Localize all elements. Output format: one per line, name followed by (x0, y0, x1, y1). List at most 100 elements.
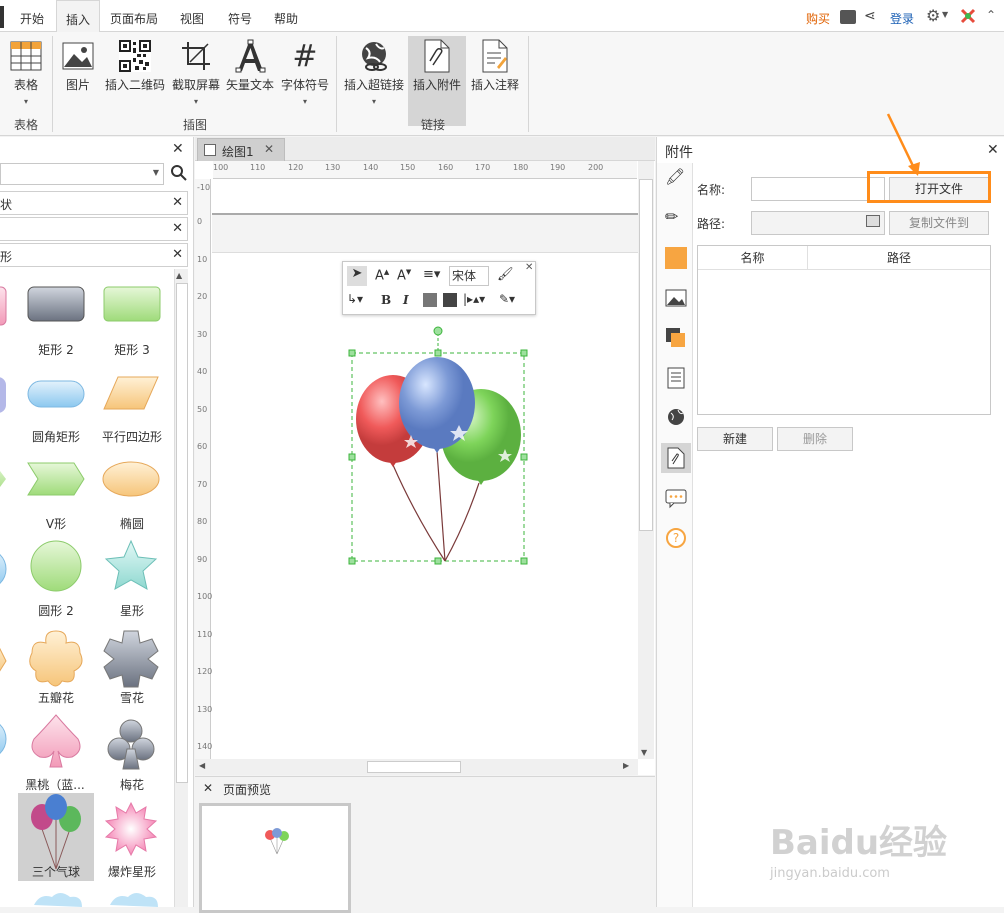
shape-thumb-v-shape[interactable] (27, 462, 85, 496)
line-style-icon[interactable]: ✎▾ (499, 292, 515, 306)
shape-thumb-rectangle-2[interactable] (27, 286, 85, 322)
layer-icon[interactable] (665, 327, 687, 349)
partial-shape[interactable] (0, 719, 7, 759)
collapse-ribbon-icon[interactable]: ⌃ (986, 8, 996, 22)
table-button[interactable]: 表格 ▾ (4, 36, 48, 126)
folder-icon[interactable] (866, 215, 880, 227)
partial-shape[interactable] (34, 893, 82, 907)
bring-front-icon[interactable] (423, 293, 437, 307)
settings-gear-icon[interactable]: ⚙ (926, 6, 940, 25)
library-scrollbar[interactable]: ▲ (174, 269, 188, 907)
tab-home[interactable]: 开始 (10, 0, 54, 32)
rotate-handle[interactable] (433, 326, 443, 336)
chevron-down-icon[interactable]: ▼ (153, 168, 159, 177)
shape-thumb-club[interactable] (107, 719, 155, 770)
list-document-icon[interactable] (665, 367, 687, 389)
partial-shape[interactable] (0, 641, 7, 677)
send-back-icon[interactable] (443, 293, 457, 307)
vector-text-button[interactable]: 矢量文本 (224, 36, 276, 126)
share-icon[interactable]: ⋖ (864, 8, 876, 24)
shape-thumb-five-petal-flower[interactable] (29, 630, 83, 687)
drawing-canvas[interactable]: 100 110 120 130 140 150 160 170 180 190 … (195, 161, 655, 775)
font-symbol-button[interactable]: # 字体符号 ▾ (278, 36, 332, 126)
close-panel-icon[interactable]: ✕ (987, 142, 999, 158)
close-section-icon[interactable]: ✕ (172, 195, 183, 210)
tab-help[interactable]: 帮助 (266, 0, 306, 32)
scrollbar-thumb[interactable] (639, 179, 653, 531)
partial-shape[interactable] (0, 463, 6, 495)
tab-symbol[interactable]: 符号 (218, 0, 262, 32)
shadow-style-icon[interactable] (665, 247, 687, 269)
canvas-vertical-scrollbar[interactable]: ▼ (638, 161, 654, 759)
login-link[interactable]: 登录 (890, 10, 914, 27)
scroll-left-icon[interactable]: ◀ (199, 761, 205, 770)
tab-insert[interactable]: 插入 (56, 0, 100, 33)
column-path-header[interactable]: 路径 (808, 246, 990, 270)
close-section-icon[interactable]: ✕ (172, 247, 183, 262)
partial-shape[interactable] (0, 286, 7, 326)
insert-comment-button[interactable]: 插入注释 (468, 36, 522, 126)
scroll-up-icon[interactable]: ▲ (176, 271, 182, 280)
screenshot-button[interactable]: 截取屏幕 ▾ (170, 36, 222, 126)
comment-bubble-icon[interactable] (665, 487, 687, 509)
line-pen-icon[interactable]: ✏ (665, 207, 687, 229)
settings-dropdown-icon[interactable]: ▼ (942, 10, 948, 19)
pointer-tool-icon[interactable]: ➤ (347, 266, 367, 286)
tab-page-layout[interactable]: 页面布局 (104, 0, 164, 32)
close-preview-icon[interactable]: ✕ (203, 781, 213, 795)
scrollbar-thumb[interactable] (367, 761, 461, 773)
increase-font-icon[interactable]: A▲ (375, 268, 389, 283)
scroll-right-icon[interactable]: ▶ (623, 761, 629, 770)
shape-thumb-ellipse[interactable] (102, 461, 160, 497)
close-library-icon[interactable]: ✕ (172, 141, 184, 157)
close-toolbar-icon[interactable]: ✕ (525, 262, 533, 273)
close-tab-icon[interactable]: ✕ (264, 142, 274, 156)
path-field[interactable] (751, 211, 885, 235)
distribute-icon[interactable]: |▸▴▾ (463, 292, 485, 306)
shape-thumb-snowflake[interactable] (103, 630, 159, 688)
three-balloons-shape[interactable] (345, 325, 535, 570)
page-thumbnail[interactable] (199, 803, 351, 913)
align-text-icon[interactable]: ≡▾ (423, 267, 440, 282)
shape-thumb-rounded-rect[interactable] (27, 380, 85, 408)
shape-thumb-explosion-star[interactable] (104, 801, 158, 857)
italic-button[interactable]: I (403, 293, 409, 307)
copy-file-to-button[interactable]: 复制文件到 (889, 211, 989, 235)
partial-shape[interactable] (0, 377, 6, 413)
insert-attachment-button[interactable]: 插入附件 (408, 36, 466, 126)
insert-hyperlink-button[interactable]: 插入超链接 ▾ (342, 36, 406, 126)
new-button[interactable]: 新建 (697, 427, 773, 451)
shape-thumb-star[interactable] (104, 539, 158, 590)
partial-shape[interactable] (110, 893, 158, 907)
tab-view[interactable]: 视图 (170, 0, 214, 32)
scroll-down-icon[interactable]: ▼ (641, 748, 647, 757)
library-section-header[interactable]: 状 ✕ (0, 191, 188, 215)
share-screen-icon[interactable] (840, 10, 856, 24)
buy-link[interactable]: 购买 (806, 10, 830, 27)
globe-link-icon[interactable] (665, 407, 687, 429)
shape-thumb-spade[interactable] (31, 714, 81, 768)
picture-button[interactable]: 图片 (58, 36, 98, 126)
format-painter-icon[interactable]: 🖌 (497, 267, 514, 282)
bold-button[interactable]: B (381, 293, 391, 307)
decrease-font-icon[interactable]: A▼ (397, 268, 411, 283)
fill-bucket-icon[interactable]: 🖍 (665, 167, 687, 189)
close-section-icon[interactable]: ✕ (172, 221, 183, 236)
name-field[interactable] (751, 177, 885, 201)
help-icon[interactable]: ? (665, 527, 687, 549)
canvas-horizontal-scrollbar[interactable]: ◀ ▶ (195, 759, 638, 775)
shape-thumb-rectangle-3[interactable] (103, 286, 161, 322)
search-icon[interactable] (170, 164, 188, 182)
delete-button[interactable]: 删除 (777, 427, 853, 451)
connector-icon[interactable]: ↳▾ (347, 292, 363, 306)
shape-thumb-circle-2[interactable] (30, 540, 82, 592)
column-name-header[interactable]: 名称 (698, 246, 808, 270)
scrollbar-thumb[interactable] (176, 283, 188, 783)
library-section-header[interactable]: ✕ (0, 217, 188, 241)
library-search-input[interactable]: ▼ (0, 163, 164, 185)
document-tab[interactable]: 绘图1 ✕ (197, 138, 285, 161)
font-name-select[interactable]: 宋体 (449, 266, 489, 286)
library-section-header[interactable]: 形 ✕ (0, 243, 188, 267)
shape-thumb-parallelogram[interactable] (103, 376, 159, 410)
insert-qrcode-button[interactable]: 插入二维码 (102, 36, 168, 126)
